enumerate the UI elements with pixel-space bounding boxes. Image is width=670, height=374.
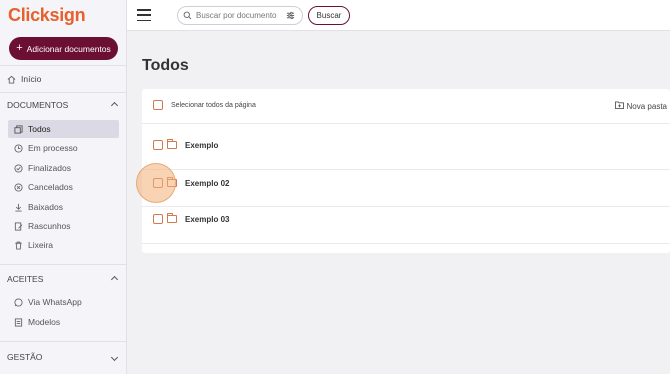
- section-title: DOCUMENTOS: [7, 100, 69, 110]
- row-checkbox[interactable]: [153, 140, 163, 150]
- topbar: Buscar: [127, 0, 670, 31]
- divider: [0, 341, 127, 342]
- folder-icon: [167, 177, 177, 187]
- list-item[interactable]: Exemplo 02: [153, 177, 229, 188]
- divider: [142, 169, 670, 170]
- add-documents-label: Adicionar documentos: [26, 43, 111, 54]
- sidebar-item-label: Lixeira: [28, 240, 54, 250]
- logo[interactable]: Clicksign: [8, 5, 86, 26]
- sidebar-item-em-processo[interactable]: Em processo: [8, 139, 119, 157]
- search-box[interactable]: [177, 6, 303, 25]
- whatsapp-icon: [14, 297, 23, 307]
- folder-icon: [167, 213, 177, 223]
- documents-icon: [14, 124, 23, 134]
- section-documentos[interactable]: DOCUMENTOS: [7, 100, 120, 110]
- divider: [0, 264, 127, 265]
- sidebar-item-label: Via WhatsApp: [28, 297, 82, 307]
- new-folder-button[interactable]: Nova pasta: [614, 101, 667, 111]
- sidebar-item-todos[interactable]: Todos: [8, 120, 119, 138]
- row-checkbox[interactable]: [153, 178, 163, 188]
- search-input[interactable]: [196, 11, 282, 20]
- plus-icon: +: [16, 42, 23, 54]
- sidebar-item-cancelados[interactable]: Cancelados: [8, 178, 119, 196]
- chevron-up-icon: [110, 275, 119, 283]
- folder-plus-icon: [614, 101, 624, 111]
- folder-icon: [167, 139, 177, 149]
- sidebar-item-lixeira[interactable]: Lixeira: [8, 236, 119, 254]
- cancel-circle-icon: [14, 182, 23, 192]
- sidebar-item-label: Rascunhos: [28, 221, 71, 231]
- template-icon: [14, 317, 23, 327]
- add-documents-button[interactable]: + Adicionar documentos: [9, 37, 118, 60]
- sidebar: Clicksign + Adicionar documentos Início …: [0, 0, 127, 374]
- sidebar-item-label: Todos: [28, 124, 51, 134]
- chevron-up-icon: [110, 101, 119, 109]
- section-aceites[interactable]: ACEITES: [7, 274, 120, 284]
- divider: [142, 243, 670, 244]
- sidebar-item-label: Modelos: [28, 317, 61, 327]
- nav-home-label: Início: [21, 74, 42, 84]
- folder-name[interactable]: Exemplo 02: [185, 179, 229, 188]
- sidebar-item-via-whatsapp[interactable]: Via WhatsApp: [8, 293, 119, 311]
- nav-home[interactable]: Início: [7, 74, 41, 84]
- section-title: GESTÃO: [7, 352, 43, 362]
- chevron-down-icon: [110, 353, 119, 361]
- folder-name[interactable]: Exemplo: [185, 141, 218, 150]
- trash-icon: [14, 241, 23, 250]
- sidebar-item-rascunhos[interactable]: Rascunhos: [8, 217, 119, 235]
- select-all-label: Selecionar todos da página: [171, 101, 256, 109]
- menu-icon[interactable]: [137, 9, 151, 21]
- sidebar-item-label: Cancelados: [28, 182, 73, 192]
- filter-icon[interactable]: [286, 7, 295, 25]
- download-icon: [14, 203, 23, 212]
- list-item[interactable]: Exemplo 03: [153, 213, 229, 224]
- folder-name[interactable]: Exemplo 03: [185, 215, 229, 224]
- divider: [142, 206, 670, 207]
- select-all-checkbox[interactable]: [153, 100, 163, 110]
- list-item[interactable]: Exemplo: [153, 139, 218, 150]
- sidebar-item-baixados[interactable]: Baixados: [8, 198, 119, 216]
- sidebar-item-modelos[interactable]: Modelos: [8, 313, 119, 331]
- sidebar-item-label: Baixados: [28, 202, 63, 212]
- check-circle-icon: [14, 163, 23, 173]
- folder-list-card: Selecionar todos da página Nova pasta Ex…: [142, 89, 670, 253]
- divider: [0, 92, 127, 93]
- page-title: Todos: [142, 57, 189, 74]
- draft-icon: [14, 221, 23, 231]
- row-checkbox[interactable]: [153, 214, 163, 224]
- sidebar-item-label: Em processo: [28, 143, 78, 153]
- sidebar-item-finalizados[interactable]: Finalizados: [8, 159, 119, 177]
- search-button[interactable]: Buscar: [308, 6, 350, 25]
- clock-icon: [14, 143, 23, 153]
- section-gestao[interactable]: GESTÃO: [7, 352, 120, 362]
- select-all-row[interactable]: Selecionar todos da página: [153, 100, 256, 110]
- divider: [142, 123, 670, 124]
- logo-area: Clicksign + Adicionar documentos: [0, 0, 126, 66]
- home-icon: [7, 75, 16, 84]
- search-icon: [183, 7, 192, 25]
- new-folder-label: Nova pasta: [626, 101, 667, 111]
- section-title: ACEITES: [7, 274, 44, 284]
- sidebar-item-label: Finalizados: [28, 163, 71, 173]
